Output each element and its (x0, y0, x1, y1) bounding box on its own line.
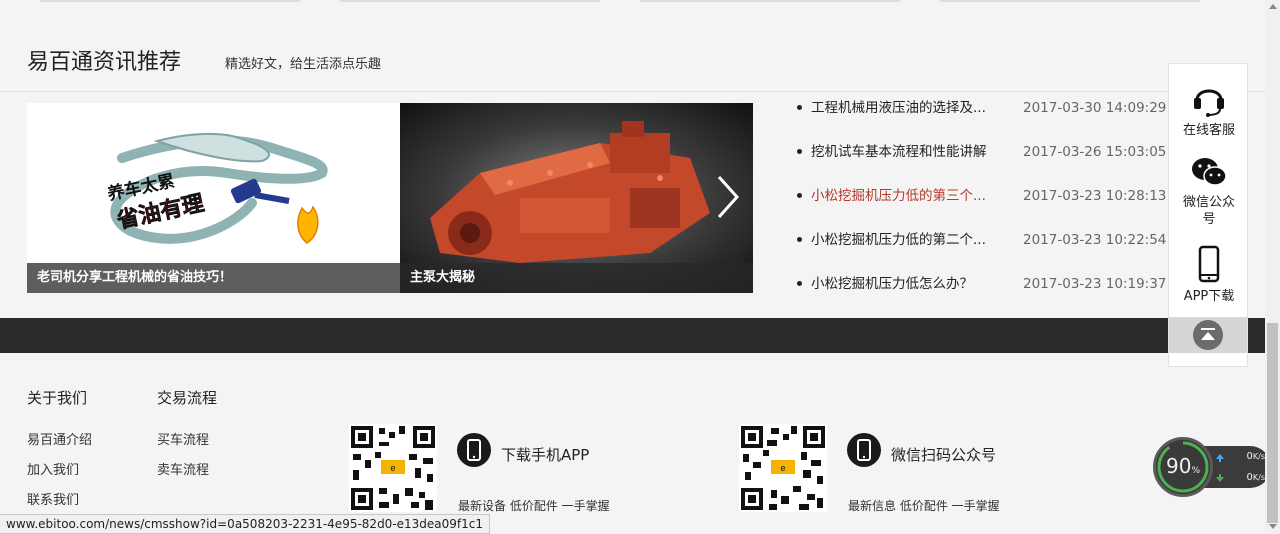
footer-link-intro[interactable]: 易百通介绍 (27, 426, 92, 456)
news-item[interactable]: 挖机试车基本流程和性能讲解 2017-03-26 15:03:05 (797, 139, 1177, 183)
news-title[interactable]: 工程机械用液压油的选择及... (811, 95, 986, 121)
floating-sidebar: 在线客服 微信公众号 APP下载 (1168, 63, 1248, 367)
bullet-icon (797, 193, 802, 198)
scrollbar-thumb[interactable] (1267, 323, 1278, 523)
news-item[interactable]: 工程机械用液压油的选择及... 2017-03-30 14:09:29 (797, 95, 1177, 139)
status-bar-url: www.ebitoo.com/news/cmsshow?id=0a508203-… (0, 514, 491, 534)
footer-link-buy[interactable]: 买车流程 (157, 426, 217, 456)
slide-caption[interactable]: 主泵大揭秘 (400, 263, 753, 293)
download-arrow-icon (1216, 474, 1224, 482)
news-list: 工程机械用液压油的选择及... 2017-03-30 14:09:29 挖机试车… (797, 95, 1177, 315)
news-item[interactable]: 小松挖掘机压力低怎么办？ 2017-03-23 10:19:37 (797, 271, 1177, 315)
section-subtitle: 精选好文，给生活添点乐趣 (225, 57, 382, 72)
phone-icon (457, 433, 491, 467)
svg-text:e: e (780, 463, 785, 473)
footer-link-sell[interactable]: 卖车流程 (157, 456, 217, 486)
news-date: 2017-03-30 14:09:29 (1023, 100, 1167, 116)
upload-arrow-icon (1216, 454, 1224, 462)
footer-col-about: 关于我们 易百通介绍 加入我们 联系我们 (27, 388, 92, 516)
footer-link-contact[interactable]: 联系我们 (27, 486, 92, 516)
app-download-subtitle: 最新设备 低价配件 一手掌握 (458, 499, 610, 513)
service-label: 在线客服 (1182, 123, 1235, 138)
footer-divider-band (0, 318, 1265, 353)
bullet-icon (797, 281, 802, 286)
svg-text:e: e (390, 463, 395, 473)
memory-percent: 90% (1165, 454, 1200, 478)
phone-icon (847, 433, 881, 467)
footer-link-join[interactable]: 加入我们 (27, 456, 92, 486)
download-rate: 0K/s (1246, 472, 1265, 483)
carousel-slide-main-pump[interactable]: 主泵大揭秘 (400, 103, 753, 293)
app-qr-code: e (349, 424, 437, 512)
section-title: 易百通资讯推荐 (27, 50, 182, 75)
slide-caption[interactable]: 老司机分享工程机械的省油技巧！ (27, 263, 400, 293)
headset-icon (1194, 89, 1224, 117)
news-title[interactable]: 小松挖掘机压力低的第三个... (811, 183, 986, 209)
wechat-subtitle: 最新信息 低价配件 一手掌握 (848, 499, 1000, 513)
top-strip (0, 0, 1265, 2)
footer-heading: 交易流程 (157, 389, 218, 407)
news-item[interactable]: 小松挖掘机压力低的第二个... 2017-03-23 10:22:54 (797, 227, 1177, 271)
scroll-up-icon[interactable] (1269, 4, 1277, 9)
news-date: 2017-03-23 10:22:54 (1023, 232, 1167, 248)
app-label: APP下载 (1183, 289, 1235, 304)
carousel-next-arrow-icon[interactable] (715, 173, 743, 221)
news-item[interactable]: 小松挖掘机压力低的第三个... 2017-03-23 10:28:13 (797, 183, 1177, 227)
bullet-icon (797, 237, 802, 242)
app-download-title[interactable]: 下载手机APP (501, 444, 589, 465)
scroll-down-icon[interactable] (1269, 524, 1277, 529)
wechat-button[interactable]: 微信公众号 (1169, 154, 1249, 228)
news-title[interactable]: 小松挖掘机压力低怎么办？ (811, 271, 973, 297)
mobile-phone-icon (1198, 245, 1220, 283)
upload-rate: 0K/s (1246, 451, 1265, 462)
bullet-icon (797, 149, 802, 154)
network-speed-widget[interactable]: 90% 0K/s 0K/s (1153, 437, 1271, 497)
footer-col-process: 交易流程 买车流程 卖车流程 (157, 388, 217, 486)
bullet-icon (797, 105, 802, 110)
wechat-qr-code: e (739, 424, 827, 512)
wechat-title[interactable]: 微信扫码公众号 (891, 444, 996, 465)
wechat-label: 微信公众号 (1182, 195, 1235, 227)
carousel-slide-fuel-tips[interactable]: 养车太累 省油有理 老司机分享工程机械的省油技巧！ (27, 103, 400, 293)
wechat-icon (1192, 158, 1227, 186)
back-to-top-button[interactable] (1169, 317, 1247, 353)
page: 易百通资讯推荐 精选好文，给生活添点乐趣 养车太累 省油有理 老司机分享工程机械… (0, 0, 1280, 534)
news-date: 2017-03-23 10:28:13 (1023, 188, 1167, 204)
vertical-scrollbar[interactable] (1265, 0, 1280, 534)
news-date: 2017-03-26 15:03:05 (1023, 144, 1167, 160)
online-service-button[interactable]: 在线客服 (1169, 78, 1249, 139)
news-title[interactable]: 挖机试车基本流程和性能讲解 (811, 139, 987, 165)
app-download-button[interactable]: APP下载 (1169, 244, 1249, 305)
back-to-top-icon (1193, 320, 1223, 350)
footer-heading: 关于我们 (27, 389, 88, 407)
section-divider (0, 91, 1265, 92)
news-title[interactable]: 小松挖掘机压力低的第二个... (811, 227, 986, 253)
news-date: 2017-03-23 10:19:37 (1023, 276, 1167, 292)
